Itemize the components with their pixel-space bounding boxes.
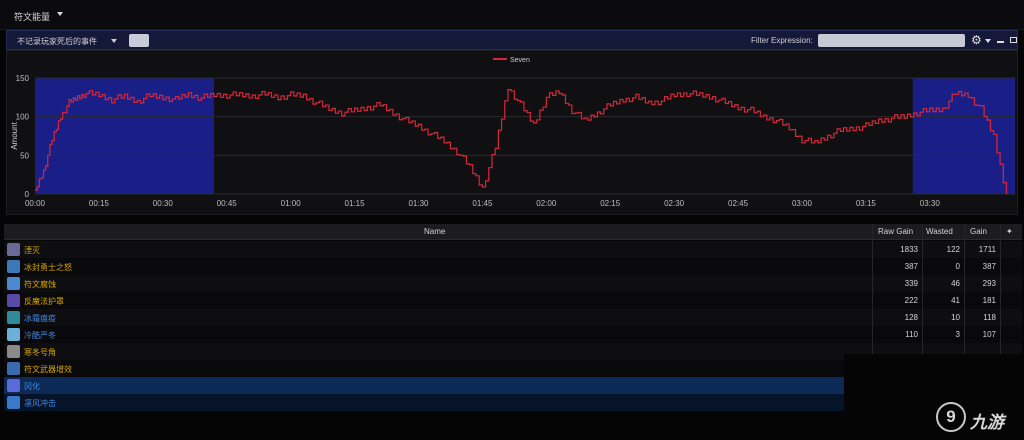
spell-icon — [7, 243, 20, 256]
raw-gain-value: 1833 — [900, 245, 918, 254]
raw-gain-value: 110 — [905, 330, 918, 339]
x-tick-label: 02:00 — [536, 199, 557, 208]
wasted-value: 3 — [955, 330, 960, 339]
spell-icon — [7, 311, 20, 324]
filter-bar: 不记录玩家死后的事件 Filter Expression: ⚙ — [6, 30, 1018, 50]
x-tick-label: 01:30 — [408, 199, 429, 208]
spell-icon — [7, 362, 20, 375]
spell-icon — [7, 379, 20, 392]
table-row[interactable]: 冰封勇士之怒 387 0 387 — [4, 258, 1022, 275]
x-tick-label: 01:45 — [472, 199, 493, 208]
gear-icon[interactable]: ⚙ — [971, 33, 982, 47]
raw-gain-value: 339 — [904, 279, 918, 288]
x-tick-label: 00:15 — [89, 199, 110, 208]
filter-toggle-button[interactable] — [129, 34, 149, 47]
event-filter-dropdown[interactable]: 不记录玩家死后的事件 — [17, 36, 97, 47]
x-tick-label: 01:15 — [345, 199, 366, 208]
raw-gain-value: 222 — [904, 296, 918, 305]
wasted-value: 10 — [951, 313, 960, 322]
legend-label: Seven — [510, 57, 530, 64]
col-raw-gain-header[interactable]: Raw Gain — [878, 227, 913, 236]
spell-name[interactable]: 符文武器增效 — [24, 364, 72, 375]
table-row[interactable]: 湮灭 1833 122 1711 — [4, 241, 1022, 258]
dropdown-caret-icon[interactable] — [111, 39, 117, 43]
x-tick-label: 02:45 — [728, 199, 749, 208]
table-row[interactable]: 冷酷严冬 110 3 107 — [4, 326, 1022, 343]
gain-value: 181 — [982, 296, 996, 305]
y-tick-label: 100 — [16, 113, 30, 122]
gain-value: 118 — [983, 313, 996, 322]
x-tick-label: 03:00 — [792, 199, 813, 208]
spell-name[interactable]: 冈化 — [24, 381, 40, 392]
col-gain-header[interactable]: Gain — [970, 227, 987, 236]
spell-name[interactable]: 凛风冲击 — [24, 398, 56, 409]
col-wasted-header[interactable]: Wasted — [926, 227, 953, 236]
x-tick-label: 02:15 — [600, 199, 621, 208]
spell-icon — [7, 328, 20, 341]
spell-name[interactable]: 寒冬号角 — [24, 347, 56, 358]
maximize-icon[interactable] — [1010, 37, 1017, 43]
x-tick-label: 00:00 — [25, 199, 46, 208]
spell-icon — [7, 260, 20, 273]
x-tick-label: 00:30 — [153, 199, 174, 208]
x-tick-label: 03:15 — [856, 199, 877, 208]
spell-name[interactable]: 冰霜瘟疫 — [24, 313, 56, 324]
gain-value: 387 — [982, 262, 996, 271]
wasted-value: 122 — [946, 245, 960, 254]
table-header: Name Raw Gain Wasted Gain ✦ — [4, 224, 1022, 240]
y-axis-label: Amount — [10, 121, 19, 149]
minimize-icon[interactable] — [997, 41, 1004, 43]
y-tick-label: 150 — [16, 74, 30, 83]
wasted-value: 46 — [951, 279, 960, 288]
table-row[interactable]: 符文腐蚀 339 46 293 — [4, 275, 1022, 292]
raw-gain-value: 128 — [904, 313, 918, 322]
x-tick-label: 00:45 — [217, 199, 238, 208]
y-tick-label: 0 — [25, 190, 30, 199]
rune-gain-chart: 0 50 100 150 00:00 00:15 00:30 00:45 01:00 01:15 0… — [6, 50, 1018, 215]
spell-name[interactable]: 湮灭 — [24, 245, 40, 256]
top-bar: 符文能量 — [0, 0, 1024, 30]
spell-name[interactable]: 冷酷严冬 — [24, 330, 56, 341]
watermark-text: 九游 — [970, 413, 1004, 432]
filter-expression-label: Filter Expression: — [751, 36, 813, 45]
app-title[interactable]: 符文能量 — [14, 10, 50, 23]
raw-gain-value: 387 — [904, 262, 918, 271]
gain-value: 293 — [982, 279, 996, 288]
gain-value: 1711 — [978, 245, 996, 254]
table-row[interactable]: 冰霜瘟疫 128 10 118 — [4, 309, 1022, 326]
col-star-header[interactable]: ✦ — [1006, 227, 1013, 236]
spell-name[interactable]: 符文腐蚀 — [24, 279, 56, 290]
spell-icon — [7, 294, 20, 307]
gain-value: 107 — [982, 330, 996, 339]
x-tick-label: 02:30 — [664, 199, 685, 208]
wasted-value: 41 — [951, 296, 960, 305]
x-tick-label: 03:30 — [920, 199, 941, 208]
watermark-logo: 9 九游 — [936, 402, 1020, 436]
x-tick-label: 01:00 — [281, 199, 302, 208]
settings-caret-icon[interactable] — [985, 39, 991, 43]
table-row[interactable]: 反魔法护罩 222 41 181 — [4, 292, 1022, 309]
spell-icon — [7, 345, 20, 358]
title-dropdown-caret-icon[interactable] — [57, 12, 63, 16]
spell-name[interactable]: 冰封勇士之怒 — [24, 262, 72, 273]
spell-name[interactable]: 反魔法护罩 — [24, 296, 64, 307]
spell-icon — [7, 396, 20, 409]
filter-expression-input[interactable] — [818, 34, 965, 47]
y-tick-label: 50 — [20, 151, 29, 160]
spell-icon — [7, 277, 20, 290]
col-name-header[interactable]: Name — [424, 227, 445, 236]
chart-svg: 0 50 100 150 00:00 00:15 00:30 00:45 01:00 01:15 0… — [10, 57, 1015, 208]
watermark-glyph: 9 — [936, 402, 966, 432]
wasted-value: 0 — [955, 262, 960, 271]
rune-gain-table: Name Raw Gain Wasted Gain ✦ 湮灭 1833 122 171… — [4, 224, 1022, 440]
